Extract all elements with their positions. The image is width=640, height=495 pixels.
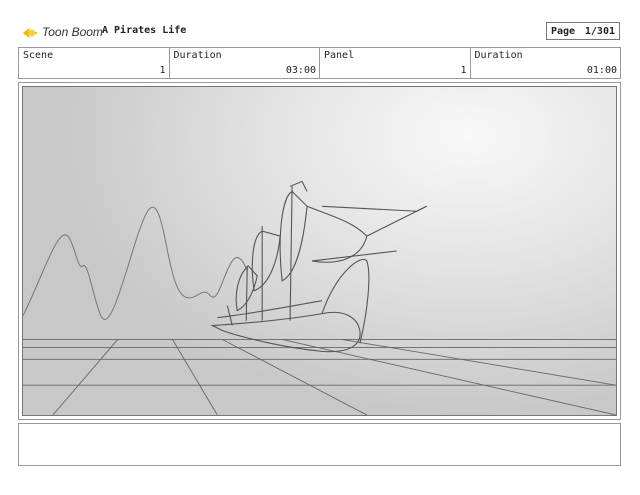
project-title: A Pirates Life	[102, 25, 187, 36]
scene-value: 1	[159, 65, 166, 76]
panel-frame	[18, 82, 621, 420]
toon-boom-logo: Toon Boom	[20, 22, 103, 42]
mountain-range	[23, 206, 248, 320]
storyboard-sketch	[22, 86, 617, 416]
scene-label: Scene	[23, 50, 54, 61]
scene-duration-label: Duration	[173, 50, 222, 61]
panel-notes-box	[18, 423, 621, 466]
storyboard-header: Toon Boom A Pirates Life Page 1/301	[20, 20, 620, 46]
ship-sketch-drawing	[23, 180, 616, 415]
panel-duration-value: 01:00	[586, 65, 617, 76]
ship	[210, 180, 427, 353]
logo-text: Toon Boom	[42, 25, 103, 39]
page-indicator: Page 1/301	[546, 22, 620, 40]
panel-label: Panel	[324, 50, 355, 61]
page-label: Page	[551, 26, 576, 37]
panel-duration-label: Duration	[474, 50, 523, 61]
panel-duration-cell: Duration 01:00	[469, 48, 621, 78]
panel-cell: Panel 1	[319, 48, 470, 78]
scene-duration-cell: Duration 03:00	[168, 48, 320, 78]
scene-duration-value: 03:00	[285, 65, 316, 76]
panel-value: 1	[460, 65, 467, 76]
panel-info-row: Scene 1 Duration 03:00 Panel 1 Duration …	[18, 47, 621, 79]
scene-cell: Scene 1	[19, 48, 169, 78]
page-number: 1/301	[584, 26, 615, 37]
toon-boom-logo-icon	[22, 27, 38, 39]
